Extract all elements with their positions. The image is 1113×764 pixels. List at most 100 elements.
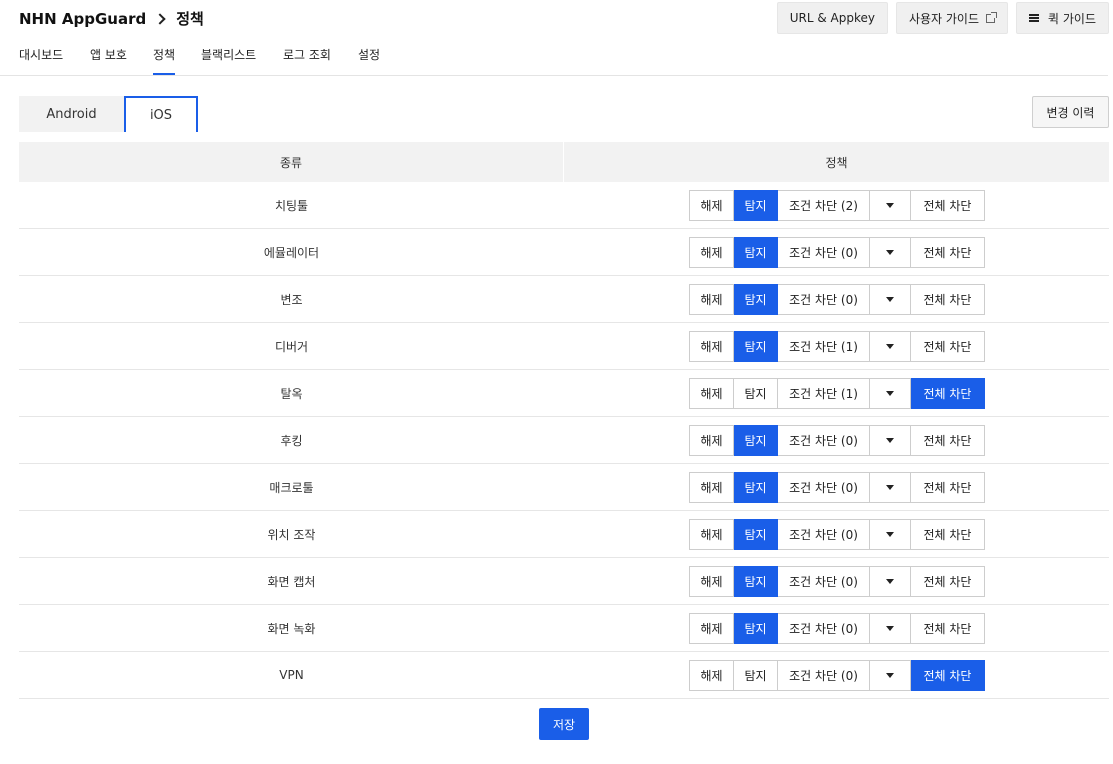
conditional-dropdown-button[interactable]: [870, 189, 911, 221]
release-button[interactable]: 해제: [689, 189, 734, 221]
release-button[interactable]: 해제: [689, 377, 734, 409]
conditional-block-button[interactable]: 조건 차단 (1): [778, 377, 870, 409]
tab-android[interactable]: Android: [19, 96, 124, 132]
table-row: 변조 해제 탐지 조건 차단 (0) 전체 차단: [19, 276, 1109, 323]
conditional-dropdown-button[interactable]: [870, 236, 911, 268]
policy-cell: 해제 탐지 조건 차단 (0) 전체 차단: [564, 605, 1109, 651]
detect-button[interactable]: 탐지: [734, 236, 778, 268]
tab-policy[interactable]: 정책: [153, 46, 176, 75]
conditional-block-button[interactable]: 조건 차단 (0): [778, 424, 870, 456]
conditional-block-button[interactable]: 조건 차단 (0): [778, 236, 870, 268]
conditional-block-button[interactable]: 조건 차단 (0): [778, 518, 870, 550]
policy-cell: 해제 탐지 조건 차단 (0) 전체 차단: [564, 652, 1109, 698]
quick-guide-label: 퀵 가이드: [1048, 11, 1096, 26]
caret-down-icon: [886, 625, 894, 631]
full-block-button[interactable]: 전체 차단: [911, 424, 985, 456]
detect-button[interactable]: 탐지: [734, 424, 778, 456]
tab-blacklist[interactable]: 블랙리스트: [201, 46, 256, 73]
policy-cell: 해제 탐지 조건 차단 (0) 전체 차단: [564, 464, 1109, 510]
detect-button[interactable]: 탐지: [734, 283, 778, 315]
release-button[interactable]: 해제: [689, 471, 734, 503]
save-button[interactable]: 저장: [539, 708, 589, 740]
conditional-dropdown-button[interactable]: [870, 518, 911, 550]
release-button[interactable]: 해제: [689, 659, 734, 691]
full-block-button[interactable]: 전체 차단: [911, 565, 985, 597]
table-row: 위치 조작 해제 탐지 조건 차단 (0) 전체 차단: [19, 511, 1109, 558]
full-block-button[interactable]: 전체 차단: [911, 612, 985, 644]
caret-down-icon: [886, 672, 894, 678]
conditional-dropdown-button[interactable]: [870, 377, 911, 409]
full-block-button[interactable]: 전체 차단: [911, 659, 985, 691]
full-block-button[interactable]: 전체 차단: [911, 471, 985, 503]
release-button[interactable]: 해제: [689, 518, 734, 550]
detect-button[interactable]: 탐지: [734, 659, 778, 691]
conditional-dropdown-button[interactable]: [870, 659, 911, 691]
full-block-button[interactable]: 전체 차단: [911, 236, 985, 268]
policy-cell: 해제 탐지 조건 차단 (1) 전체 차단: [564, 370, 1109, 416]
conditional-dropdown-button[interactable]: [870, 612, 911, 644]
user-guide-button[interactable]: 사용자 가이드: [895, 2, 1009, 34]
os-tab-group: Android iOS: [19, 96, 198, 132]
conditional-block-button[interactable]: 조건 차단 (1): [778, 330, 870, 362]
release-button[interactable]: 해제: [689, 565, 734, 597]
policy-segment: 해제 탐지 조건 차단 (1) 전체 차단: [689, 377, 985, 409]
policy-segment: 해제 탐지 조건 차단 (0) 전체 차단: [689, 471, 985, 503]
conditional-dropdown-button[interactable]: [870, 565, 911, 597]
table-row: 화면 캡처 해제 탐지 조건 차단 (0) 전체 차단: [19, 558, 1109, 605]
detect-button[interactable]: 탐지: [734, 377, 778, 409]
detect-button[interactable]: 탐지: [734, 565, 778, 597]
detect-button[interactable]: 탐지: [734, 612, 778, 644]
release-button[interactable]: 해제: [689, 283, 734, 315]
page-title: 정책: [176, 10, 204, 28]
caret-down-icon: [886, 249, 894, 255]
detect-button[interactable]: 탐지: [734, 330, 778, 362]
release-button[interactable]: 해제: [689, 236, 734, 268]
table-row: 에뮬레이터 해제 탐지 조건 차단 (0) 전체 차단: [19, 229, 1109, 276]
conditional-dropdown-button[interactable]: [870, 424, 911, 456]
detect-button[interactable]: 탐지: [734, 189, 778, 221]
change-history-button[interactable]: 변경 이력: [1032, 96, 1109, 128]
tab-ios[interactable]: iOS: [124, 96, 198, 132]
quick-guide-button[interactable]: 퀵 가이드: [1016, 2, 1109, 34]
policy-cell: 해제 탐지 조건 차단 (0) 전체 차단: [564, 229, 1109, 275]
conditional-dropdown-button[interactable]: [870, 471, 911, 503]
release-button[interactable]: 해제: [689, 612, 734, 644]
policy-segment: 해제 탐지 조건 차단 (0) 전체 차단: [689, 565, 985, 597]
url-appkey-button[interactable]: URL & Appkey: [776, 2, 888, 34]
breadcrumb: NHN AppGuard 정책: [19, 8, 204, 29]
tab-settings[interactable]: 설정: [358, 46, 380, 73]
conditional-dropdown-button[interactable]: [870, 330, 911, 362]
table-row: 탈옥 해제 탐지 조건 차단 (1) 전체 차단: [19, 370, 1109, 417]
conditional-block-button[interactable]: 조건 차단 (2): [778, 189, 870, 221]
release-button[interactable]: 해제: [689, 424, 734, 456]
policy-segment: 해제 탐지 조건 차단 (2) 전체 차단: [689, 189, 985, 221]
column-header-policy: 정책: [825, 155, 848, 170]
policy-type: 변조: [280, 292, 303, 307]
breadcrumb-app[interactable]: NHN AppGuard: [19, 10, 146, 28]
conditional-block-button[interactable]: 조건 차단 (0): [778, 565, 870, 597]
conditional-block-button[interactable]: 조건 차단 (0): [778, 659, 870, 691]
policy-cell: 해제 탐지 조건 차단 (1) 전체 차단: [564, 323, 1109, 369]
tab-dashboard[interactable]: 대시보드: [19, 46, 63, 73]
full-block-button[interactable]: 전체 차단: [911, 518, 985, 550]
full-block-button[interactable]: 전체 차단: [911, 377, 985, 409]
top-button-group: URL & Appkey 사용자 가이드 퀵 가이드: [776, 2, 1109, 34]
full-block-button[interactable]: 전체 차단: [911, 283, 985, 315]
tab-app-protection[interactable]: 앱 보호: [90, 46, 127, 73]
policy-segment: 해제 탐지 조건 차단 (0) 전체 차단: [689, 424, 985, 456]
full-block-button[interactable]: 전체 차단: [911, 189, 985, 221]
detect-button[interactable]: 탐지: [734, 471, 778, 503]
policy-type: 디버거: [274, 339, 309, 354]
tab-log-search[interactable]: 로그 조회: [283, 46, 331, 73]
conditional-block-button[interactable]: 조건 차단 (0): [778, 471, 870, 503]
detect-button[interactable]: 탐지: [734, 518, 778, 550]
policy-segment: 해제 탐지 조건 차단 (0) 전체 차단: [689, 283, 985, 315]
conditional-block-button[interactable]: 조건 차단 (0): [778, 612, 870, 644]
caret-down-icon: [886, 484, 894, 490]
policy-type: 화면 캡처: [267, 574, 316, 589]
conditional-dropdown-button[interactable]: [870, 283, 911, 315]
full-block-button[interactable]: 전체 차단: [911, 330, 985, 362]
policy-segment: 해제 탐지 조건 차단 (0) 전체 차단: [689, 518, 985, 550]
release-button[interactable]: 해제: [689, 330, 734, 362]
conditional-block-button[interactable]: 조건 차단 (0): [778, 283, 870, 315]
